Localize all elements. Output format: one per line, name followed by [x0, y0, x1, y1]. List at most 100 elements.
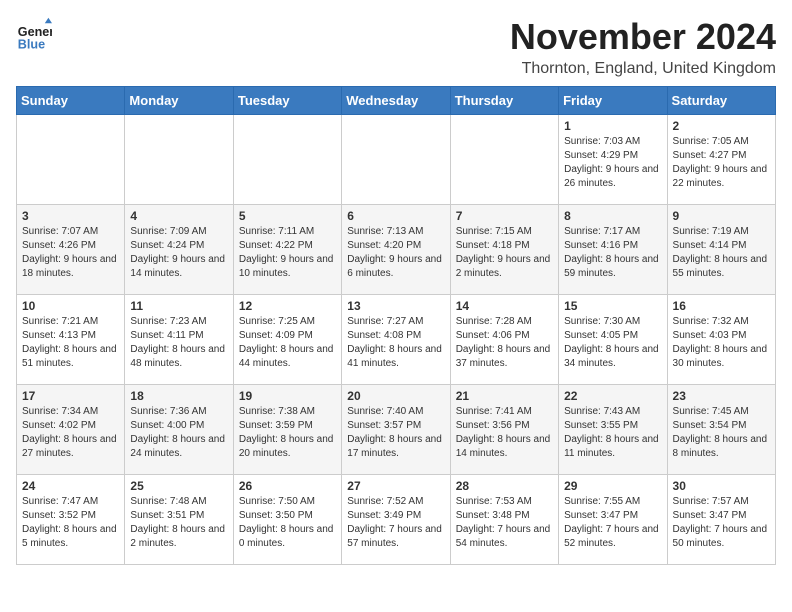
day-info: Sunrise: 7:28 AMSunset: 4:06 PMDaylight:… — [456, 315, 553, 371]
logo: General Blue — [16, 16, 52, 52]
calendar-cell: 10 Sunrise: 7:21 AMSunset: 4:13 PMDayligh… — [17, 295, 125, 385]
day-info: Sunrise: 7:23 AMSunset: 4:11 PMDaylight:… — [130, 315, 227, 371]
day-header-wednesday: Wednesday — [342, 87, 450, 115]
day-info: Sunrise: 7:25 AMSunset: 4:09 PMDaylight:… — [239, 315, 336, 371]
day-info: Sunrise: 7:48 AMSunset: 3:51 PMDaylight:… — [130, 495, 227, 551]
day-number: 16 — [673, 299, 770, 313]
calendar-cell: 6Sunrise: 7:13 AMSunset: 4:20 PMDaylight… — [342, 205, 450, 295]
calendar-cell: 27 Sunrise: 7:52 AMSunset: 3:49 PMDayligh… — [342, 475, 450, 565]
day-info: Sunrise: 7:50 AMSunset: 3:50 PMDaylight:… — [239, 495, 336, 551]
calendar-cell: 22Sunrise: 7:43 AMSunset: 3:55 PMDayligh… — [559, 385, 667, 475]
day-number: 28 — [456, 479, 553, 493]
day-number: 23 — [673, 389, 770, 403]
calendar-cell: 18 Sunrise: 7:36 AMSunset: 4:00 PMDayligh… — [125, 385, 233, 475]
day-number: 15 — [564, 299, 661, 313]
day-info: Sunrise: 7:57 AMSunset: 3:47 PMDaylight:… — [673, 495, 770, 551]
svg-text:Blue: Blue — [18, 37, 45, 51]
calendar-cell: 2 Sunrise: 7:05 AMSunset: 4:27 PMDaylight… — [667, 115, 775, 205]
title-block: November 2024 Thornton, England, United … — [510, 16, 776, 78]
day-info: Sunrise: 7:07 AMSunset: 4:26 PMDaylight:… — [22, 225, 119, 281]
day-info: Sunrise: 7:45 AMSunset: 3:54 PMDaylight:… — [673, 405, 770, 461]
calendar-cell — [125, 115, 233, 205]
day-number: 29 — [564, 479, 661, 493]
day-number: 3 — [22, 209, 119, 223]
day-number: 12 — [239, 299, 336, 313]
day-number: 7 — [456, 209, 553, 223]
day-info: Sunrise: 7:36 AMSunset: 4:00 PMDaylight:… — [130, 405, 227, 461]
day-number: 5 — [239, 209, 336, 223]
day-number: 20 — [347, 389, 444, 403]
calendar-cell: 28Sunrise: 7:53 AMSunset: 3:48 PMDayligh… — [450, 475, 558, 565]
calendar-cell: 16 Sunrise: 7:32 AMSunset: 4:03 PMDayligh… — [667, 295, 775, 385]
day-info: Sunrise: 7:30 AMSunset: 4:05 PMDaylight:… — [564, 315, 661, 371]
day-number: 26 — [239, 479, 336, 493]
day-header-saturday: Saturday — [667, 87, 775, 115]
day-info: Sunrise: 7:41 AMSunset: 3:56 PMDaylight:… — [456, 405, 553, 461]
calendar: SundayMondayTuesdayWednesdayThursdayFrid… — [16, 86, 776, 565]
calendar-cell: 12 Sunrise: 7:25 AMSunset: 4:09 PMDayligh… — [233, 295, 341, 385]
calendar-cell: 26 Sunrise: 7:50 AMSunset: 3:50 PMDayligh… — [233, 475, 341, 565]
calendar-cell: 1 Sunrise: 7:03 AMSunset: 4:29 PMDaylight… — [559, 115, 667, 205]
day-info: Sunrise: 7:52 AMSunset: 3:49 PMDaylight:… — [347, 495, 444, 551]
calendar-cell: 24 Sunrise: 7:47 AMSunset: 3:52 PMDayligh… — [17, 475, 125, 565]
calendar-cell: 20 Sunrise: 7:40 AMSunset: 3:57 PMDayligh… — [342, 385, 450, 475]
day-header-thursday: Thursday — [450, 87, 558, 115]
calendar-cell — [450, 115, 558, 205]
day-number: 1 — [564, 119, 661, 133]
day-number: 9 — [673, 209, 770, 223]
day-number: 10 — [22, 299, 119, 313]
calendar-cell: 13 Sunrise: 7:27 AMSunset: 4:08 PMDayligh… — [342, 295, 450, 385]
day-info: Sunrise: 7:03 AMSunset: 4:29 PMDaylight:… — [564, 135, 661, 191]
day-number: 27 — [347, 479, 444, 493]
calendar-cell: 7 Sunrise: 7:15 AMSunset: 4:18 PMDaylight… — [450, 205, 558, 295]
calendar-cell: 17 Sunrise: 7:34 AMSunset: 4:02 PMDayligh… — [17, 385, 125, 475]
day-number: 25 — [130, 479, 227, 493]
month-title: November 2024 — [510, 16, 776, 58]
calendar-cell: 25 Sunrise: 7:48 AMSunset: 3:51 PMDayligh… — [125, 475, 233, 565]
calendar-cell — [233, 115, 341, 205]
calendar-cell: 21 Sunrise: 7:41 AMSunset: 3:56 PMDayligh… — [450, 385, 558, 475]
day-number: 19 — [239, 389, 336, 403]
day-info: Sunrise: 7:11 AMSunset: 4:22 PMDaylight:… — [239, 225, 336, 281]
day-number: 21 — [456, 389, 553, 403]
day-number: 30 — [673, 479, 770, 493]
day-number: 4 — [130, 209, 227, 223]
day-number: 18 — [130, 389, 227, 403]
day-info: Sunrise: 7:05 AMSunset: 4:27 PMDaylight:… — [673, 135, 770, 191]
calendar-cell: 11 Sunrise: 7:23 AMSunset: 4:11 PMDayligh… — [125, 295, 233, 385]
calendar-cell: 5 Sunrise: 7:11 AMSunset: 4:22 PMDaylight… — [233, 205, 341, 295]
day-info: Sunrise: 7:38 AMSunset: 3:59 PMDaylight:… — [239, 405, 336, 461]
day-info: Sunrise: 7:09 AMSunset: 4:24 PMDaylight:… — [130, 225, 227, 281]
day-header-sunday: Sunday — [17, 87, 125, 115]
day-header-friday: Friday — [559, 87, 667, 115]
day-info: Sunrise: 7:40 AMSunset: 3:57 PMDaylight:… — [347, 405, 444, 461]
day-number: 22 — [564, 389, 661, 403]
day-number: 14 — [456, 299, 553, 313]
day-info: Sunrise: 7:21 AMSunset: 4:13 PMDaylight:… — [22, 315, 119, 371]
calendar-cell: 29 Sunrise: 7:55 AMSunset: 3:47 PMDayligh… — [559, 475, 667, 565]
logo-icon: General Blue — [16, 16, 52, 52]
day-info: Sunrise: 7:34 AMSunset: 4:02 PMDaylight:… — [22, 405, 119, 461]
day-header-tuesday: Tuesday — [233, 87, 341, 115]
day-info: Sunrise: 7:19 AMSunset: 4:14 PMDaylight:… — [673, 225, 770, 281]
calendar-cell: 19 Sunrise: 7:38 AMSunset: 3:59 PMDayligh… — [233, 385, 341, 475]
day-number: 2 — [673, 119, 770, 133]
day-number: 24 — [22, 479, 119, 493]
day-info: Sunrise: 7:27 AMSunset: 4:08 PMDaylight:… — [347, 315, 444, 371]
calendar-cell: 23 Sunrise: 7:45 AMSunset: 3:54 PMDayligh… — [667, 385, 775, 475]
calendar-cell: 30 Sunrise: 7:57 AMSunset: 3:47 PMDayligh… — [667, 475, 775, 565]
day-info: Sunrise: 7:32 AMSunset: 4:03 PMDaylight:… — [673, 315, 770, 371]
calendar-cell — [17, 115, 125, 205]
day-info: Sunrise: 7:55 AMSunset: 3:47 PMDaylight:… — [564, 495, 661, 551]
location-title: Thornton, England, United Kingdom — [510, 60, 776, 78]
calendar-cell — [342, 115, 450, 205]
day-number: 13 — [347, 299, 444, 313]
calendar-cell: 14 Sunrise: 7:28 AMSunset: 4:06 PMDayligh… — [450, 295, 558, 385]
day-info: Sunrise: 7:17 AMSunset: 4:16 PMDaylight:… — [564, 225, 661, 281]
day-header-monday: Monday — [125, 87, 233, 115]
day-number: 8 — [564, 209, 661, 223]
day-number: 17 — [22, 389, 119, 403]
day-info: Sunrise: 7:15 AMSunset: 4:18 PMDaylight:… — [456, 225, 553, 281]
day-info: Sunrise: 7:47 AMSunset: 3:52 PMDaylight:… — [22, 495, 119, 551]
day-number: 11 — [130, 299, 227, 313]
